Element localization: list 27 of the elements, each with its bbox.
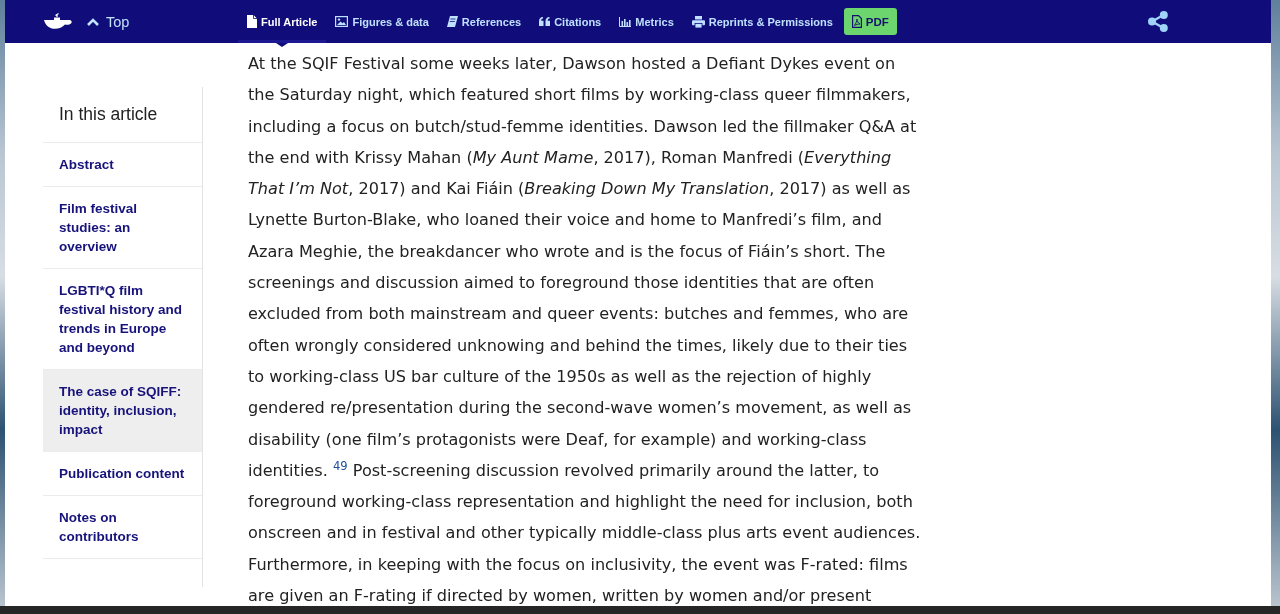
outline-heading: In this article — [43, 87, 202, 143]
pointer-icon — [276, 43, 289, 47]
outline-link[interactable]: Publication content — [43, 452, 202, 496]
article-paragraph: At the SQIF Festival some weeks later, Dawson hosted a Defiant Dykes event on the Saturday night, which featured short films by working-class queer filmmakers, including a focus on butch/stud-femme identities. Dawson led the fillmaker Q&A at the end with Krissy Mahan (My Aunt Mame, 2017), Roman Manfredi (Everything That I’m Not, 2017) and Kai Fiáin (Breaking Down My Translation, 2017) as well as Lynette Burton-Blake, who loaned their voice and home to Manfredi’s film, and Azara Meghie, the breakdancer who wrote and is the focus of Fiáin’s short. The screenings and discussion aimed to foreground those identities that are often excluded from both mainstream and queer events: butches and femmes, who are often wrongly considered unknowing and behind the times, likely due to their ties to working-class US bar culture of the 1950s as well as the rejection of highly gendered re/presentation during the second-wave women’s movement, as well as disability (one film’s protagonists were Deaf, for example) and working-class identities. $^{49}$ Post-screening discussion revolved primarily around the latter, to foreground working-class representation and highlight the need for inclusion, both onscreen and in festival and other typically middle-class plus arts event audiences. Furthermore, in keeping with the focus on inclusivity, the event was F-rated: films are given an F-rating if directed by women, written by women and/or present — [248, 53, 922, 606]
document-icon — [247, 15, 257, 28]
image-icon — [335, 16, 349, 27]
reprints-link[interactable]: Reprints & Permissions — [682, 0, 842, 43]
outline-link[interactable]: Film festival studies: an overview — [43, 187, 202, 269]
article-tab[interactable]: Metrics — [610, 0, 683, 43]
printer-icon — [691, 15, 705, 28]
pdf-file-icon — [851, 15, 862, 28]
back-to-top-link[interactable]: Top — [87, 13, 130, 30]
article-tab[interactable]: Full Article — [238, 0, 327, 43]
article-tab[interactable]: Citations — [530, 0, 611, 43]
bar-chart-icon — [619, 16, 632, 27]
outline-link[interactable]: Abstract — [43, 143, 202, 187]
chevron-up-icon — [87, 17, 99, 26]
book-icon — [446, 16, 458, 27]
outline-link[interactable]: The case of SQIFF: identity, inclusion, impact — [43, 370, 202, 452]
pdf-button[interactable]: PDF — [843, 8, 897, 35]
lamp-icon[interactable] — [43, 13, 73, 30]
footnote-link[interactable]: 49 — [332, 458, 348, 473]
article-tab[interactable]: Figures & data — [326, 0, 438, 43]
outline-link[interactable]: Notes on contributors — [43, 496, 202, 559]
share-icon[interactable] — [1148, 11, 1168, 32]
article-tab[interactable]: References — [437, 0, 531, 43]
quote-icon — [539, 17, 551, 26]
